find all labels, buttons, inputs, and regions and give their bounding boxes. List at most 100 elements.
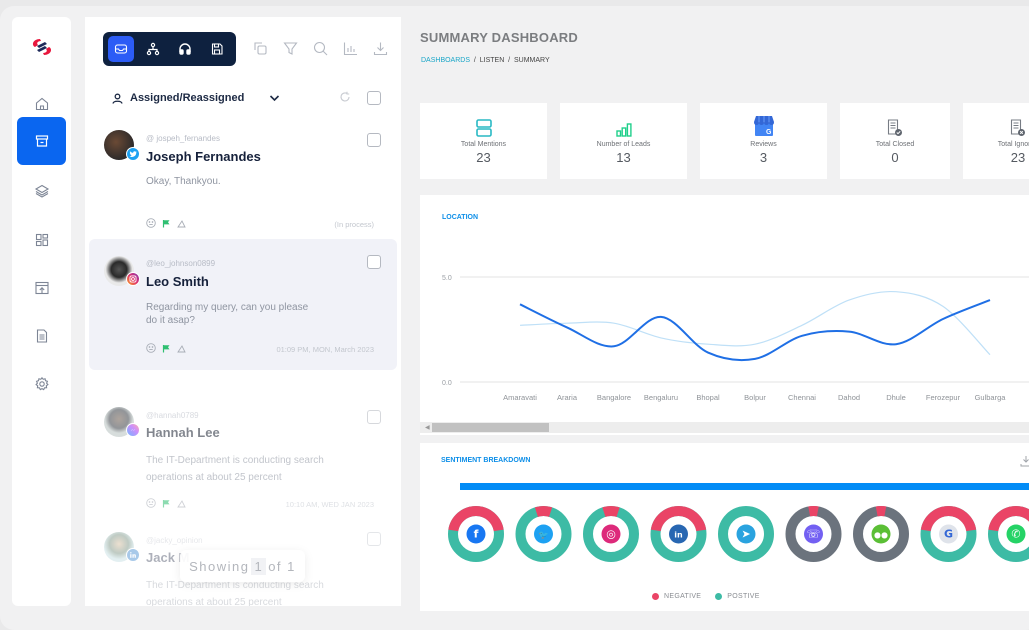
message-actions [146,218,186,228]
kpi-value: 0 [891,150,899,165]
pagination-current[interactable]: 1 [251,557,267,575]
donut-instagram[interactable]: ◎ [583,506,639,562]
saved-tab[interactable] [204,36,230,62]
support-tab[interactable] [172,36,198,62]
copy-icon [253,41,267,55]
message-checkbox[interactable] [367,532,381,546]
scroll-left-arrow-icon[interactable]: ◀ [425,424,430,431]
message-checkbox[interactable] [367,133,381,147]
facebook-glyph: f [474,528,479,541]
donut-whatsapp[interactable]: ✆ [988,506,1029,562]
wechat-glyph: ●● [874,531,888,540]
select-all-checkbox[interactable] [367,91,381,105]
kpi-total-ignored[interactable]: Total Ignored 23 [963,103,1029,179]
sidebar-item-settings[interactable] [17,360,66,408]
sidebar-item-reports[interactable] [17,312,66,360]
assign-icon[interactable] [177,344,186,353]
legend-positive-label: POSTIVE [727,593,760,600]
chart-horizontal-scrollbar[interactable]: ◀ [420,422,1029,433]
donut-viber[interactable]: ☏ [785,506,842,562]
x-tick-label: Gulbarga [975,393,1007,402]
breadcrumb-listen[interactable]: LISTEN [480,57,505,64]
donut-twitter[interactable]: 🐦 [515,506,572,562]
assignment-filter: Assigned/Reassigned [112,88,382,108]
x-tick-label: Bangalore [597,393,631,402]
search-button[interactable] [311,39,329,57]
assign-icon[interactable] [177,219,186,228]
x-tick-label: Dhule [886,393,906,402]
inbox-tab[interactable] [108,36,134,62]
donut-telegram[interactable]: ➤ [718,506,774,562]
inbox-icon [114,44,128,54]
chevron-down-icon[interactable] [269,94,280,102]
pagination-total: of 1 [268,558,296,574]
donut-facebook[interactable]: f [448,506,504,562]
sentiment-total-bar [460,483,1029,490]
emoji-icon[interactable] [146,218,156,228]
download-button[interactable] [371,39,389,57]
instagram-badge-icon [126,272,140,286]
analytics-button[interactable] [341,39,359,57]
logo [32,39,52,55]
assignment-filter-label: Assigned/Reassigned [130,92,245,104]
legend-negative-label: NEGATIVE [664,593,702,600]
message-item[interactable]: @hannah0789 Hannah Lee The IT-Department… [89,397,397,515]
copy-button[interactable] [251,39,269,57]
twitter-badge-icon [126,147,140,161]
donut-linkedin[interactable]: in [650,506,707,562]
search-icon [313,41,327,55]
message-handle: @leo_johnson0899 [146,259,216,268]
sidebar-item-layers[interactable] [17,167,66,215]
message-text: The IT-Department is conducting search o… [146,455,324,483]
document-check-icon [887,119,902,136]
kpi-label: Total Ignored [997,141,1029,148]
flag-icon[interactable] [162,219,171,228]
pagination-prefix: Showing [189,558,250,574]
twitter-glyph: 🐦 [539,531,549,540]
download-icon[interactable] [1020,455,1029,467]
sidebar-item-publish[interactable] [17,264,66,312]
legend-positive[interactable]: POSTIVE [715,593,759,600]
donut-wechat[interactable]: ●● [853,506,909,562]
sentiment-breakdown-card: SENTIMENT BREAKDOWN f 🐦 ◎ in ➤ ☏ ●● G ✆ NEGATIVE… [420,443,1029,611]
kpi-number-of-leads[interactable]: Number of Leads 13 [560,103,687,179]
kpi-total-mentions[interactable]: Total Mentions 23 [420,103,547,179]
document-icon [36,329,47,343]
x-tick-label: Chennai [788,393,816,402]
hierarchy-tab[interactable] [140,36,166,62]
kpi-value: 13 [616,150,631,165]
x-tick-label: Araria [557,393,578,402]
list-tools [251,39,389,57]
y-tick-label: 0.0 [442,380,452,387]
message-item[interactable]: @ jospeh_fernandes Joseph Fernandes Okay… [89,121,397,239]
message-handle: @hannah0789 [146,411,199,420]
kpi-reviews[interactable]: G Reviews 3 [700,103,827,179]
layers-icon [34,184,49,198]
flag-icon[interactable] [162,344,171,353]
assign-icon[interactable] [177,499,186,508]
message-item-selected[interactable]: @leo_johnson0899 Leo Smith Regarding my … [89,239,397,370]
pagination-indicator: Showing 1 of 1 [180,550,305,582]
legend-negative[interactable]: NEGATIVE [652,593,701,600]
linkedin-glyph: in [674,531,683,540]
conversation-panel: Assigned/Reassigned @ jospeh_fernandes J… [85,17,401,606]
flag-icon[interactable] [162,499,171,508]
message-sender: Leo Smith [146,274,209,289]
emoji-icon[interactable] [146,498,156,508]
x-tick-label: Bolpur [744,393,766,402]
breadcrumb-dashboards[interactable]: DASHBOARDS [421,57,470,64]
sidebar-item-inbox[interactable] [17,117,66,165]
donut-google-business[interactable]: G [920,506,977,562]
emoji-icon[interactable] [146,343,156,353]
kpi-total-closed[interactable]: Total Closed 0 [840,103,950,179]
message-status: 10:10 AM, WED JAN 2023 [285,500,374,509]
filter-button[interactable] [281,39,299,57]
grid-icon [35,233,48,247]
message-checkbox[interactable] [367,410,381,424]
kpi-value: 23 [1010,150,1026,165]
refresh-icon[interactable] [339,91,351,103]
sidebar-item-dashboard[interactable] [17,216,66,264]
x-tick-label: Bengaluru [644,393,678,402]
scrollbar-thumb[interactable] [432,423,549,432]
message-checkbox[interactable] [367,255,381,269]
